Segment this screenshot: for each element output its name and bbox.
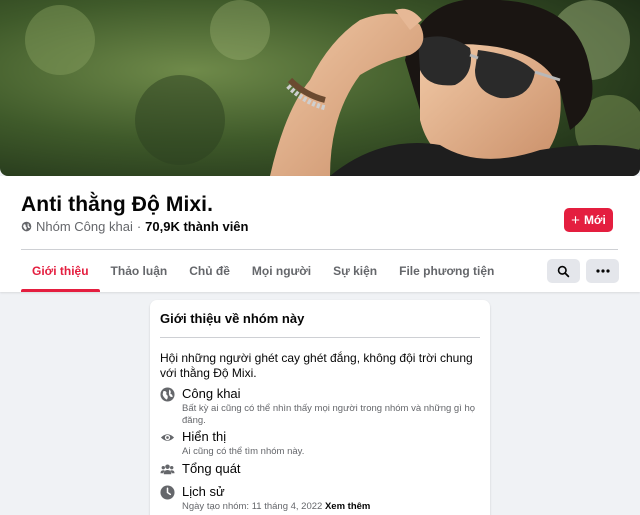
more-button[interactable] <box>586 259 619 283</box>
group-privacy[interactable]: Nhóm Công khai <box>36 219 133 234</box>
search-button[interactable] <box>547 259 580 283</box>
info-visible-subtitle: Ai cũng có thể tìm nhóm này. <box>182 446 305 457</box>
new-button-label: Mới <box>583 213 606 227</box>
new-button[interactable]: + Mới <box>564 208 613 232</box>
about-divider <box>160 337 480 338</box>
tab-events[interactable]: Sự kiện <box>322 250 388 292</box>
tab-people[interactable]: Mọi người <box>241 250 322 292</box>
globe-icon <box>160 387 175 402</box>
more-icon <box>595 269 610 273</box>
info-visible-title: Hiển thị <box>182 429 227 444</box>
about-description: Hội những người ghét cay ghét đắng, khôn… <box>160 351 473 380</box>
info-general-title: Tổng quát <box>182 461 241 476</box>
about-title: Giới thiệu về nhóm này <box>160 311 305 326</box>
member-count[interactable]: 70,9K thành viên <box>145 219 248 234</box>
group-tabs: Giới thiệu Thảo luận Chủ đề Mọi người Sự… <box>21 250 505 292</box>
created-date: Ngày tạo nhóm: 11 tháng 4, 2022 <box>182 501 323 512</box>
tab-about[interactable]: Giới thiệu <box>21 250 100 292</box>
see-more-link[interactable]: Xem thêm <box>325 501 370 512</box>
info-public-title: Công khai <box>182 386 241 401</box>
info-history-subtitle: Ngày tạo nhóm: 11 tháng 4, 2022 Xem thêm <box>182 501 482 513</box>
info-public-subtitle: Bất kỳ ai cũng có thể nhìn thấy mọi ngườ… <box>182 403 476 426</box>
info-history-title: Lịch sử <box>182 484 225 499</box>
people-icon <box>160 464 175 475</box>
tab-discussion[interactable]: Thảo luận <box>100 250 179 292</box>
group-meta: Nhóm Công khai · 70,9K thành viên <box>21 219 248 234</box>
about-card: Giới thiệu về nhóm này Hội những người g… <box>150 300 490 515</box>
tab-topics[interactable]: Chủ đề <box>178 250 241 292</box>
meta-separator: · <box>136 219 142 234</box>
cover-photo-image <box>0 0 640 176</box>
search-icon <box>557 265 570 277</box>
tab-media[interactable]: File phương tiện <box>388 250 505 292</box>
plus-icon: + <box>571 211 580 229</box>
globe-icon <box>21 221 32 232</box>
group-name[interactable]: Anti thằng Độ Mixi. <box>21 193 213 217</box>
group-header: Anti thằng Độ Mixi. Nhóm Công khai · 70,… <box>0 176 640 292</box>
clock-icon <box>160 485 175 500</box>
cover-photo <box>0 0 640 176</box>
eye-icon <box>160 434 175 441</box>
